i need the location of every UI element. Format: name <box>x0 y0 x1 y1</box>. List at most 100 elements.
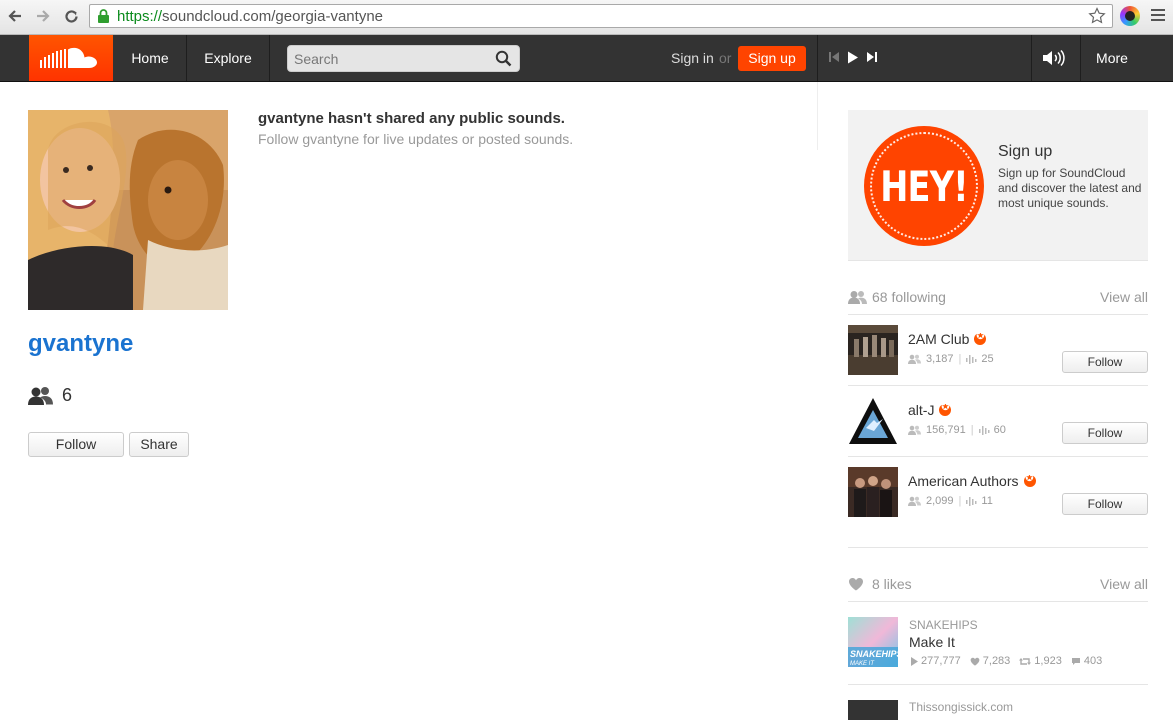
heart-icon <box>970 657 980 666</box>
track-artwork[interactable]: SNAKEHIPS MAKE IT <box>848 617 898 667</box>
user-name[interactable]: alt-J <box>908 402 952 418</box>
sign-up-button[interactable]: Sign up <box>738 46 806 71</box>
pro-badge-icon <box>1023 473 1036 487</box>
user-name-text: alt-J <box>908 402 935 418</box>
soundcloud-logo[interactable] <box>29 35 113 81</box>
signup-promo[interactable]: HEY! Sign up Sign up for SoundCloud and … <box>848 110 1148 260</box>
nav-explore[interactable]: Explore <box>187 35 270 81</box>
user-name[interactable]: 2AM Club <box>908 331 987 347</box>
cloud-icon <box>40 47 97 68</box>
address-bar[interactable]: https://soundcloud.com/georgia-vantyne <box>89 4 1113 28</box>
likes-stat: 7,283 <box>970 655 1011 667</box>
follower-count[interactable]: 6 <box>28 385 72 406</box>
likes-value: 7,283 <box>982 655 1011 667</box>
promo-title[interactable]: Sign up <box>998 143 1052 161</box>
plays-stat: 277,777 <box>911 655 961 667</box>
user-name[interactable]: American Authors <box>908 473 1036 489</box>
user-follower-count: 156,791 <box>926 424 966 436</box>
user-stats: 156,791 | 60 <box>908 424 1006 436</box>
nav-home[interactable]: Home <box>114 35 187 81</box>
likes-header: 8 likes View all <box>848 576 1148 596</box>
search-field[interactable] <box>287 45 520 72</box>
followers-icon <box>908 354 921 364</box>
share-button[interactable]: Share <box>129 432 189 457</box>
following-icon <box>848 291 867 304</box>
more-menu[interactable]: More <box>1081 35 1143 81</box>
play-count-icon <box>911 656 918 666</box>
liked-track[interactable]: SNAKEHIPS MAKE IT SNAKEHIPS Make It 277,… <box>848 617 1148 669</box>
search-icon[interactable] <box>495 50 512 67</box>
track-artist[interactable]: SNAKEHIPS <box>909 618 978 632</box>
extension-icon[interactable] <box>1120 6 1140 26</box>
followers-icon <box>28 386 53 405</box>
heart-icon <box>849 578 863 591</box>
follower-count-value: 6 <box>62 385 73 405</box>
track-title[interactable]: Make It <box>909 634 955 650</box>
user-name-text: 2AM Club <box>908 331 970 347</box>
pro-badge-icon <box>974 331 987 345</box>
tracks-icon <box>966 497 977 506</box>
user-follower-count: 3,187 <box>926 353 954 365</box>
user-avatar[interactable] <box>848 325 898 375</box>
following-count[interactable]: 68 following <box>872 289 946 305</box>
following-view-all[interactable]: View all <box>1100 289 1148 305</box>
artwork-text: SNAKEHIPS <box>850 649 898 659</box>
tracks-icon <box>966 355 977 364</box>
user-avatar[interactable] <box>848 467 898 517</box>
repost-icon <box>1019 657 1032 665</box>
follow-user-button[interactable]: Follow <box>1062 351 1148 373</box>
reposts-value: 1,923 <box>1034 655 1062 667</box>
user-track-count: 11 <box>981 495 993 507</box>
artwork-subtext: MAKE IT <box>850 661 875 667</box>
sign-in-link[interactable]: Sign in <box>671 35 714 81</box>
following-item[interactable]: American Authors 2,099 | 11 Follow <box>848 467 1148 519</box>
followers-icon <box>908 496 921 506</box>
url-text: https://soundcloud.com/georgia-vantyne <box>117 8 383 25</box>
play-icon[interactable] <box>847 51 859 64</box>
divider <box>848 260 1148 261</box>
track-stats: 277,777 7,283 1,923 403 <box>911 655 1111 667</box>
user-track-count: 60 <box>993 424 1006 436</box>
profile-username[interactable]: gvantyne <box>28 330 133 358</box>
follow-button[interactable]: Follow <box>28 432 124 457</box>
promo-body: Sign up for SoundCloud and discover the … <box>998 166 1142 210</box>
liked-track[interactable]: Thissongissick.com <box>848 700 1148 720</box>
likes-count[interactable]: 8 likes <box>872 576 912 592</box>
plays-value: 277,777 <box>921 655 961 667</box>
profile-avatar <box>28 110 228 310</box>
forward-icon[interactable] <box>32 5 54 27</box>
follow-user-button[interactable]: Follow <box>1062 493 1148 515</box>
reposts-stat: 1,923 <box>1019 655 1062 667</box>
stat-separator: | <box>970 424 974 436</box>
next-track-icon[interactable] <box>866 51 878 63</box>
header-divider <box>817 35 818 81</box>
following-item[interactable]: 2AM Club 3,187 | 25 Follow <box>848 325 1148 377</box>
hey-badge: HEY! <box>864 126 984 246</box>
browser-toolbar: https://soundcloud.com/georgia-vantyne <box>0 0 1173 35</box>
back-icon[interactable] <box>4 5 26 27</box>
likes-view-all[interactable]: View all <box>1100 576 1148 592</box>
stat-separator: | <box>958 353 962 365</box>
divider <box>848 547 1148 548</box>
user-avatar[interactable] <box>848 396 898 446</box>
followers-icon <box>908 425 921 435</box>
search-input[interactable] <box>294 49 489 68</box>
user-track-count: 25 <box>981 353 994 365</box>
track-artwork[interactable] <box>848 700 898 720</box>
empty-state-subtitle: Follow gvantyne for live updates or post… <box>258 131 574 147</box>
volume-icon[interactable] <box>1042 50 1068 66</box>
comments-stat: 403 <box>1071 655 1102 667</box>
reload-icon[interactable] <box>60 5 82 27</box>
following-header: 68 following View all <box>848 289 1148 309</box>
previous-track-icon[interactable] <box>828 51 840 63</box>
divider <box>848 684 1148 685</box>
browser-menu-icon[interactable] <box>1151 9 1165 24</box>
following-item[interactable]: alt-J 156,791 | 60 Follow <box>848 396 1148 448</box>
follow-user-button[interactable]: Follow <box>1062 422 1148 444</box>
or-text: or <box>719 50 732 66</box>
url-scheme: https:// <box>117 8 163 25</box>
stat-separator: | <box>958 495 962 507</box>
track-artist[interactable]: Thissongissick.com <box>909 700 1013 714</box>
user-name-text: American Authors <box>908 473 1019 489</box>
bookmark-star-icon[interactable] <box>1088 7 1106 25</box>
